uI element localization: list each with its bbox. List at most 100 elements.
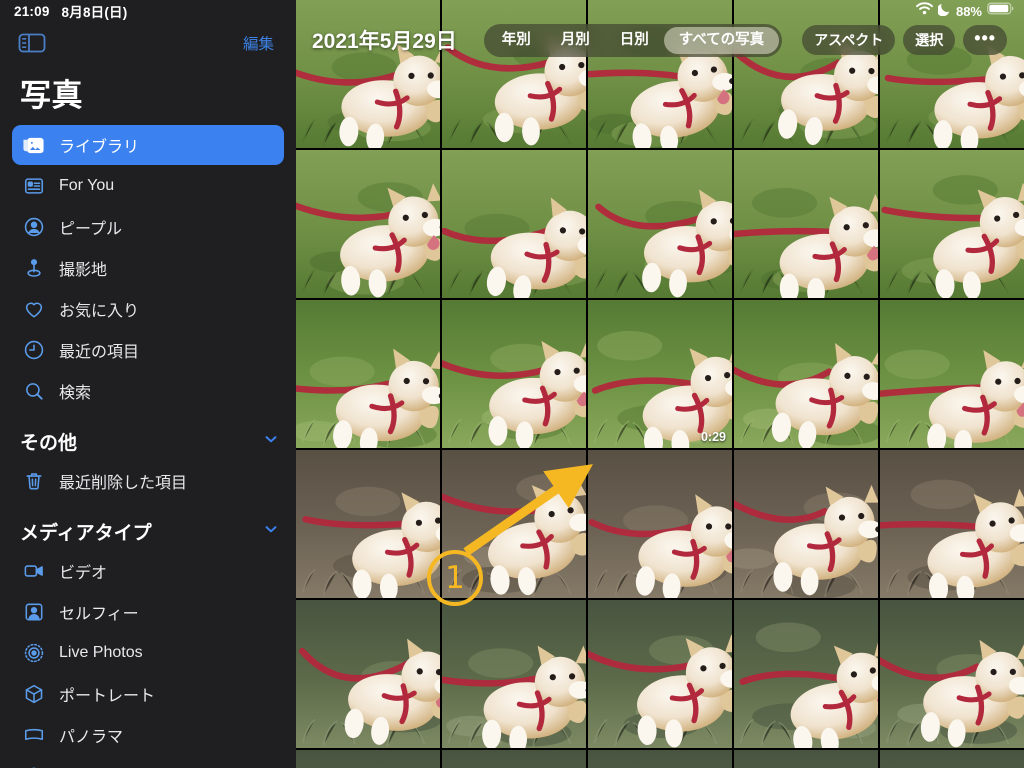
battery-icon (987, 2, 1014, 20)
photo-thumbnail (588, 150, 732, 298)
selfie-portrait-icon (22, 601, 45, 624)
photo-thumbnail (588, 600, 732, 748)
panorama-icon (22, 724, 45, 747)
sidebar-item-7[interactable]: 検索 (12, 371, 284, 411)
sidebar-section-header-2[interactable]: メディアタイプ (0, 502, 296, 551)
photos-app-window: 0:29 21:09 8月8日(日) 編集 写真 ライブラリ For You ピープ… (0, 0, 1024, 768)
sidebar-section-list-1: 最近削除した項目 (0, 461, 296, 501)
sidebar-section-item-2-6[interactable]: タイムラプス (12, 756, 284, 768)
photo-cell[interactable] (880, 150, 1024, 298)
status-time: 21:09 (14, 3, 50, 19)
photo-thumbnail (588, 0, 732, 148)
photo-cell[interactable] (296, 0, 440, 148)
photo-cell[interactable] (880, 450, 1024, 598)
sidebar-item-2[interactable]: For You (12, 166, 284, 206)
sidebar-item-label: ピープル (59, 221, 123, 238)
photo-cell[interactable] (734, 150, 878, 298)
photo-thumbnail (296, 0, 440, 148)
photo-cell[interactable] (442, 600, 586, 748)
sidebar-item-3[interactable]: ピープル (12, 207, 284, 247)
sidebar-section-item-2-2[interactable]: セルフィー (12, 592, 284, 632)
photo-thumbnail (442, 300, 586, 448)
photo-cell[interactable] (734, 450, 878, 598)
photo-thumbnail (296, 150, 440, 298)
sidebar-item-1[interactable]: ライブラリ (12, 125, 284, 165)
video-camera-icon (22, 560, 45, 583)
sidebar-edit-button[interactable]: 編集 (243, 32, 274, 54)
photo-cell[interactable] (296, 450, 440, 598)
moon-icon (936, 2, 951, 21)
photo-cell[interactable] (296, 750, 440, 768)
sidebar-section-item-2-5[interactable]: パノラマ (12, 715, 284, 755)
photo-thumbnail (296, 600, 440, 748)
sidebar-section-label: メディアタイプ (20, 523, 152, 544)
photo-cell-selected[interactable]: 0:29 (588, 300, 732, 448)
photo-cell[interactable] (296, 150, 440, 298)
photo-cell[interactable] (442, 300, 586, 448)
sidebar-section-item-2-4[interactable]: ポートレート (12, 674, 284, 714)
photo-cell[interactable] (880, 0, 1024, 148)
photo-thumbnail (442, 450, 586, 598)
photo-thumbnail (880, 150, 1024, 298)
photo-cell[interactable] (442, 450, 586, 598)
sidebar-item-4[interactable]: 撮影地 (12, 248, 284, 288)
sidebar-toggle-icon[interactable] (18, 32, 46, 54)
photo-cell[interactable] (734, 750, 878, 768)
photo-cell[interactable] (442, 750, 586, 768)
sidebar-section-item-1-1[interactable]: 最近削除した項目 (12, 461, 284, 501)
map-pin-icon (22, 257, 45, 280)
wifi-icon (916, 2, 933, 20)
photo-cell[interactable] (588, 450, 732, 598)
photo-cell[interactable] (734, 0, 878, 148)
photo-cell[interactable] (588, 0, 732, 148)
sidebar-item-label: 撮影地 (59, 262, 108, 279)
timelapse-icon (22, 765, 45, 768)
photo-thumbnail (734, 300, 878, 448)
photo-thumbnail (442, 600, 586, 748)
chevron-down-icon[interactable] (262, 430, 280, 453)
battery-percent: 88% (955, 3, 982, 19)
photo-cell[interactable] (880, 600, 1024, 748)
photo-cell[interactable] (588, 750, 732, 768)
photo-thumbnail (442, 750, 586, 768)
photo-cell[interactable] (442, 0, 586, 148)
photo-thumbnail (734, 150, 878, 298)
photo-cell[interactable] (880, 750, 1024, 768)
photo-thumbnail (588, 450, 732, 598)
photo-cell[interactable] (296, 300, 440, 448)
photo-cell[interactable] (296, 600, 440, 748)
chevron-down-icon[interactable] (262, 520, 280, 543)
photo-cell[interactable] (734, 600, 878, 748)
sidebar-item-label: ポートレート (59, 688, 156, 705)
sidebar-item-6[interactable]: 最近の項目 (12, 330, 284, 370)
photo-cell[interactable] (442, 150, 586, 298)
sidebar-section-item-2-3[interactable]: Live Photos (12, 633, 284, 673)
photo-thumbnail (442, 0, 586, 148)
photo-thumbnail (296, 300, 440, 448)
photo-thumbnail (880, 450, 1024, 598)
photo-thumbnail (588, 300, 732, 448)
photo-cell[interactable] (588, 600, 732, 748)
photo-cell[interactable] (588, 150, 732, 298)
sidebar-item-label: セルフィー (59, 606, 139, 623)
search-icon (22, 380, 45, 403)
sidebar-item-label: タイムラプス (59, 764, 154, 768)
sidebar-sections: その他最近削除した項目メディアタイプビデオセルフィー Live Photos ポート… (0, 412, 296, 768)
status-bar: 21:09 8月8日(日) (0, 0, 296, 22)
status-bar-right: 88% (916, 1, 1014, 21)
sidebar: 21:09 8月8日(日) 編集 写真 ライブラリ For You ピープル 撮影地お… (0, 0, 296, 768)
sidebar-item-label: 最近削除した項目 (59, 475, 188, 492)
photo-grid[interactable]: 0:29 (296, 0, 1024, 768)
photo-thumbnail (734, 750, 878, 768)
sidebar-section-item-2-1[interactable]: ビデオ (12, 551, 284, 591)
for-you-card-icon (22, 175, 45, 198)
sidebar-item-label: パノラマ (59, 729, 124, 746)
photo-thumbnail (734, 600, 878, 748)
photo-cell[interactable] (734, 300, 878, 448)
sidebar-section-header-1[interactable]: その他 (0, 412, 296, 461)
photo-cell[interactable] (880, 300, 1024, 448)
sidebar-item-label: ビデオ (59, 565, 108, 582)
heart-icon (22, 298, 45, 321)
sidebar-item-label: お気に入り (59, 303, 140, 320)
sidebar-item-5[interactable]: お気に入り (12, 289, 284, 329)
